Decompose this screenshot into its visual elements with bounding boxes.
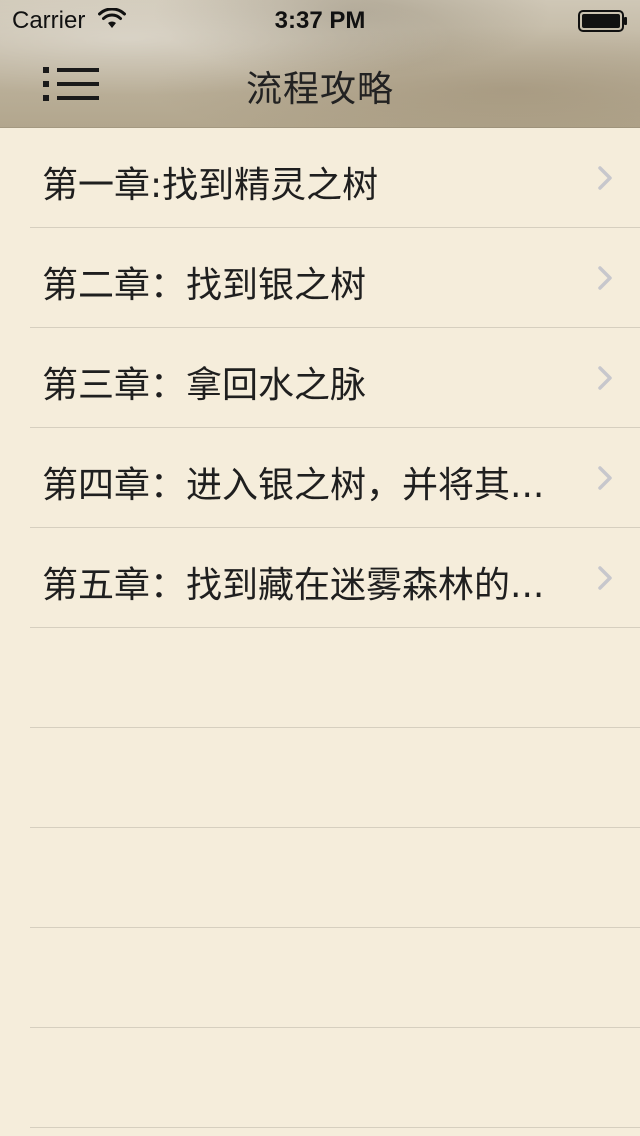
navigation-bar: 流程攻略	[0, 40, 640, 128]
list-item-label: 第一章:找到精灵之树	[42, 165, 379, 206]
empty-row	[30, 728, 640, 828]
empty-row	[30, 828, 640, 928]
list-item-chapter-2[interactable]: 第二章：找到银之树	[30, 228, 640, 328]
chevron-right-icon	[598, 466, 612, 490]
empty-row	[30, 1028, 640, 1128]
chevron-right-icon	[598, 366, 612, 390]
status-bar: Carrier 3:37 PM	[0, 0, 640, 40]
list-item-label: 第五章：找到藏在迷雾森林的...	[42, 565, 545, 606]
chevron-right-icon	[598, 266, 612, 290]
chevron-right-icon	[598, 166, 612, 190]
status-time: 3:37 PM	[274, 7, 366, 34]
empty-row	[30, 628, 640, 728]
list-item-label: 第四章：进入银之树，并将其...	[42, 465, 545, 506]
empty-row	[30, 928, 640, 1028]
chevron-right-icon	[598, 566, 612, 590]
battery-icon	[578, 10, 627, 32]
list-item-label: 第三章：拿回水之脉	[42, 365, 367, 406]
page-title: 流程攻略	[245, 69, 394, 110]
list-item-label: 第二章：找到银之树	[42, 265, 367, 306]
list-item-chapter-3[interactable]: 第三章：拿回水之脉	[30, 328, 640, 428]
list-item-chapter-4[interactable]: 第四章：进入银之树，并将其...	[30, 428, 640, 528]
list-item-chapter-1[interactable]: 第一章:找到精灵之树	[30, 128, 640, 228]
top-bar: Carrier 3:37 PM 流程攻略	[0, 0, 640, 128]
list-item-chapter-5[interactable]: 第五章：找到藏在迷雾森林的...	[30, 528, 640, 628]
chapter-list: 第一章:找到精灵之树 第二章：找到银之树 第三章：拿回水之脉 第四章：进入银之树…	[0, 128, 640, 1136]
